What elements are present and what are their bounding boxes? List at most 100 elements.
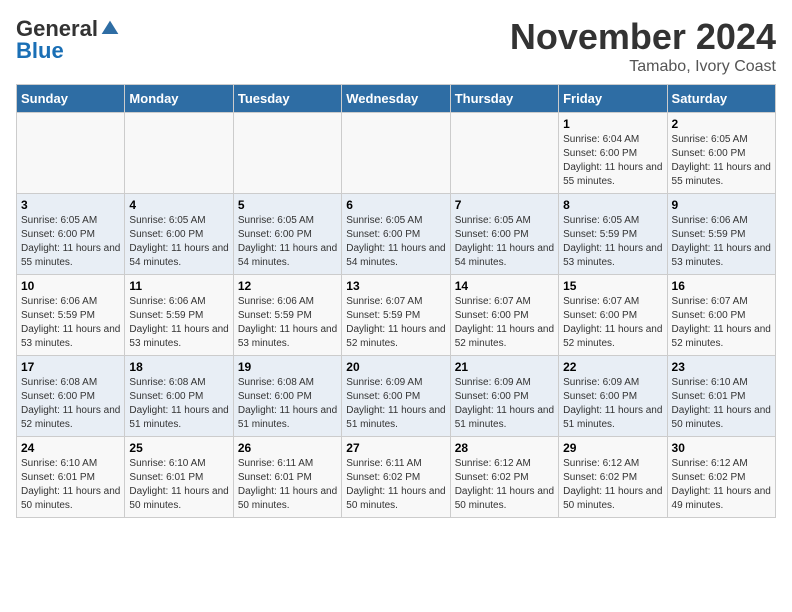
month-title: November 2024	[510, 16, 776, 58]
day-info: Sunrise: 6:10 AM Sunset: 6:01 PM Dayligh…	[21, 457, 120, 513]
day-info: Sunrise: 6:09 AM Sunset: 6:00 PM Dayligh…	[346, 376, 445, 432]
calendar-day-cell: 5 Sunrise: 6:05 AM Sunset: 6:00 PM Daylig…	[233, 194, 341, 275]
calendar-day-cell: 13Sunrise: 6:07 AM Sunset: 5:59 PM Dayli…	[342, 275, 450, 356]
calendar-day-cell: 30 Sunrise: 6:12 AM Sunset: 6:02 PM Dayli…	[667, 437, 775, 518]
title-block: November 2024 Tamabo, Ivory Coast	[510, 16, 776, 76]
day-info: Sunrise: 6:10 AM Sunset: 6:01 PM Dayligh…	[672, 376, 771, 432]
day-number: 29	[563, 441, 662, 455]
weekday-header-tuesday: Tuesday	[233, 85, 341, 113]
calendar-week-4: 17 Sunrise: 6:08 AM Sunset: 6:00 PM Dayli…	[17, 356, 776, 437]
day-info: Sunrise: 6:07 AM Sunset: 6:00 PM Dayligh…	[563, 295, 662, 351]
day-number: 3	[21, 198, 120, 212]
day-info: Sunrise: 6:10 AM Sunset: 6:01 PM Dayligh…	[129, 457, 228, 513]
calendar-day-cell: 9Sunrise: 6:06 AM Sunset: 5:59 PM Daylig…	[667, 194, 775, 275]
calendar-day-cell: 11 Sunrise: 6:06 AM Sunset: 5:59 PM Dayli…	[125, 275, 233, 356]
page-header: General Blue November 2024 Tamabo, Ivory…	[16, 16, 776, 76]
calendar-day-cell: 21Sunrise: 6:09 AM Sunset: 6:00 PM Dayli…	[450, 356, 558, 437]
day-number: 19	[238, 360, 337, 374]
day-number: 17	[21, 360, 120, 374]
calendar-table: SundayMondayTuesdayWednesdayThursdayFrid…	[16, 84, 776, 518]
calendar-day-cell: 20 Sunrise: 6:09 AM Sunset: 6:00 PM Dayli…	[342, 356, 450, 437]
calendar-day-cell: 7Sunrise: 6:05 AM Sunset: 6:00 PM Daylig…	[450, 194, 558, 275]
day-info: Sunrise: 6:12 AM Sunset: 6:02 PM Dayligh…	[563, 457, 662, 513]
logo: General Blue	[16, 16, 120, 64]
day-info: Sunrise: 6:05 AM Sunset: 6:00 PM Dayligh…	[129, 214, 228, 270]
calendar-day-cell	[17, 113, 125, 194]
calendar-week-3: 10 Sunrise: 6:06 AM Sunset: 5:59 PM Dayli…	[17, 275, 776, 356]
day-number: 15	[563, 279, 662, 293]
day-number: 1	[563, 117, 662, 131]
day-info: Sunrise: 6:11 AM Sunset: 6:01 PM Dayligh…	[238, 457, 337, 513]
calendar-day-cell: 8 Sunrise: 6:05 AM Sunset: 5:59 PM Daylig…	[559, 194, 667, 275]
calendar-day-cell	[125, 113, 233, 194]
day-info: Sunrise: 6:05 AM Sunset: 6:00 PM Dayligh…	[21, 214, 120, 270]
calendar-day-cell: 22 Sunrise: 6:09 AM Sunset: 6:00 PM Dayli…	[559, 356, 667, 437]
calendar-day-cell	[342, 113, 450, 194]
day-number: 12	[238, 279, 337, 293]
day-info: Sunrise: 6:05 AM Sunset: 5:59 PM Dayligh…	[563, 214, 662, 270]
day-number: 20	[346, 360, 445, 374]
day-info: Sunrise: 6:06 AM Sunset: 5:59 PM Dayligh…	[129, 295, 228, 351]
calendar-day-cell: 10 Sunrise: 6:06 AM Sunset: 5:59 PM Dayli…	[17, 275, 125, 356]
calendar-day-cell: 14 Sunrise: 6:07 AM Sunset: 6:00 PM Dayli…	[450, 275, 558, 356]
day-info: Sunrise: 6:07 AM Sunset: 5:59 PM Dayligh…	[346, 295, 445, 351]
day-number: 25	[129, 441, 228, 455]
weekday-header-friday: Friday	[559, 85, 667, 113]
day-number: 10	[21, 279, 120, 293]
calendar-day-cell: 27 Sunrise: 6:11 AM Sunset: 6:02 PM Dayli…	[342, 437, 450, 518]
calendar-day-cell: 16 Sunrise: 6:07 AM Sunset: 6:00 PM Dayli…	[667, 275, 775, 356]
day-number: 18	[129, 360, 228, 374]
day-number: 26	[238, 441, 337, 455]
day-number: 22	[563, 360, 662, 374]
day-number: 16	[672, 279, 771, 293]
calendar-week-5: 24Sunrise: 6:10 AM Sunset: 6:01 PM Dayli…	[17, 437, 776, 518]
day-info: Sunrise: 6:05 AM Sunset: 6:00 PM Dayligh…	[346, 214, 445, 270]
day-number: 8	[563, 198, 662, 212]
day-number: 6	[346, 198, 445, 212]
day-number: 11	[129, 279, 228, 293]
calendar-day-cell: 26 Sunrise: 6:11 AM Sunset: 6:01 PM Dayli…	[233, 437, 341, 518]
day-number: 27	[346, 441, 445, 455]
calendar-day-cell: 2Sunrise: 6:05 AM Sunset: 6:00 PM Daylig…	[667, 113, 775, 194]
day-number: 5	[238, 198, 337, 212]
weekday-header-wednesday: Wednesday	[342, 85, 450, 113]
calendar-day-cell: 24Sunrise: 6:10 AM Sunset: 6:01 PM Dayli…	[17, 437, 125, 518]
weekday-header-row: SundayMondayTuesdayWednesdayThursdayFrid…	[17, 85, 776, 113]
day-info: Sunrise: 6:07 AM Sunset: 6:00 PM Dayligh…	[455, 295, 554, 351]
weekday-header-saturday: Saturday	[667, 85, 775, 113]
day-info: Sunrise: 6:09 AM Sunset: 6:00 PM Dayligh…	[563, 376, 662, 432]
calendar-day-cell: 3 Sunrise: 6:05 AM Sunset: 6:00 PM Daylig…	[17, 194, 125, 275]
calendar-week-1: 1Sunrise: 6:04 AM Sunset: 6:00 PM Daylig…	[17, 113, 776, 194]
day-info: Sunrise: 6:12 AM Sunset: 6:02 PM Dayligh…	[672, 457, 771, 513]
day-info: Sunrise: 6:05 AM Sunset: 6:00 PM Dayligh…	[238, 214, 337, 270]
day-info: Sunrise: 6:06 AM Sunset: 5:59 PM Dayligh…	[238, 295, 337, 351]
calendar-day-cell: 28 Sunrise: 6:12 AM Sunset: 6:02 PM Dayli…	[450, 437, 558, 518]
calendar-day-cell: 25 Sunrise: 6:10 AM Sunset: 6:01 PM Dayli…	[125, 437, 233, 518]
day-info: Sunrise: 6:06 AM Sunset: 5:59 PM Dayligh…	[21, 295, 120, 351]
day-number: 28	[455, 441, 554, 455]
calendar-day-cell: 23Sunrise: 6:10 AM Sunset: 6:01 PM Dayli…	[667, 356, 775, 437]
weekday-header-monday: Monday	[125, 85, 233, 113]
logo-blue-text: Blue	[16, 38, 64, 64]
calendar-day-cell	[450, 113, 558, 194]
day-info: Sunrise: 6:08 AM Sunset: 6:00 PM Dayligh…	[21, 376, 120, 432]
day-info: Sunrise: 6:09 AM Sunset: 6:00 PM Dayligh…	[455, 376, 554, 432]
day-info: Sunrise: 6:07 AM Sunset: 6:00 PM Dayligh…	[672, 295, 771, 351]
day-info: Sunrise: 6:05 AM Sunset: 6:00 PM Dayligh…	[672, 133, 771, 189]
weekday-header-sunday: Sunday	[17, 85, 125, 113]
calendar-body: 1Sunrise: 6:04 AM Sunset: 6:00 PM Daylig…	[17, 113, 776, 518]
day-info: Sunrise: 6:08 AM Sunset: 6:00 PM Dayligh…	[129, 376, 228, 432]
day-info: Sunrise: 6:12 AM Sunset: 6:02 PM Dayligh…	[455, 457, 554, 513]
day-number: 14	[455, 279, 554, 293]
day-number: 4	[129, 198, 228, 212]
weekday-header-thursday: Thursday	[450, 85, 558, 113]
logo-icon	[100, 19, 120, 39]
day-number: 7	[455, 198, 554, 212]
calendar-day-cell: 18 Sunrise: 6:08 AM Sunset: 6:00 PM Dayli…	[125, 356, 233, 437]
day-number: 30	[672, 441, 771, 455]
calendar-day-cell: 19Sunrise: 6:08 AM Sunset: 6:00 PM Dayli…	[233, 356, 341, 437]
calendar-day-cell: 29 Sunrise: 6:12 AM Sunset: 6:02 PM Dayli…	[559, 437, 667, 518]
location-text: Tamabo, Ivory Coast	[510, 58, 776, 76]
day-info: Sunrise: 6:11 AM Sunset: 6:02 PM Dayligh…	[346, 457, 445, 513]
calendar-day-cell	[233, 113, 341, 194]
